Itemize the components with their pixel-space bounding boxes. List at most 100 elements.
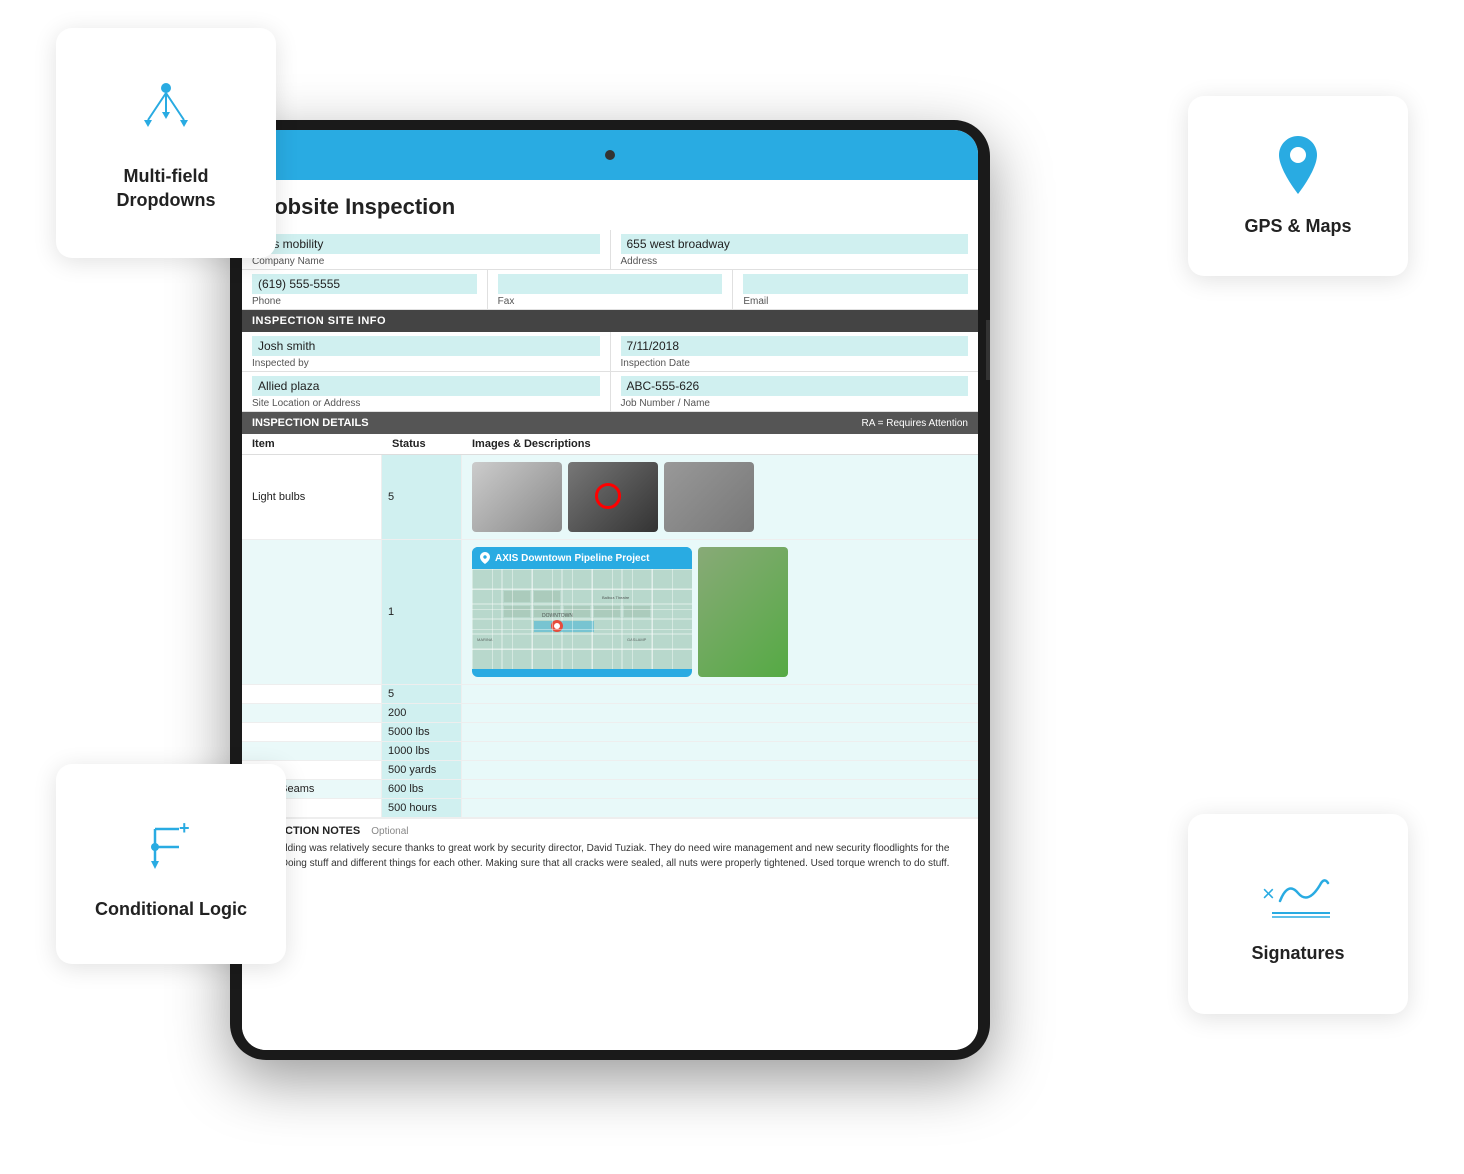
photo-thumbnail (664, 462, 754, 532)
images-cell (462, 799, 978, 817)
col-item-header: Item (252, 438, 392, 450)
inspected-by-cell: Josh smith Inspected by (242, 332, 611, 371)
address-cell: 655 west broadway Address (611, 230, 979, 269)
item-cell (242, 704, 382, 722)
table-row: 200 (242, 704, 978, 723)
table-row: 1 AXIS Downtown Pipeline Project (242, 540, 978, 685)
notes-text: The building was relatively secure thank… (252, 841, 968, 886)
status-cell: 1 (382, 540, 462, 684)
job-number-value: ABC-555-626 (621, 376, 969, 396)
images-cell: AXIS Downtown Pipeline Project (462, 540, 978, 684)
fax-label: Fax (498, 296, 723, 307)
images-row (468, 458, 972, 536)
address-label: Address (621, 256, 969, 267)
phone-label: Phone (252, 296, 477, 307)
form-title: Jobsite Inspection (242, 180, 978, 230)
inspection-table-body: Light bulbs 5 (242, 455, 978, 818)
photo-thumbnail (698, 547, 788, 677)
tablet-topbar (242, 130, 978, 180)
images-cell (462, 742, 978, 760)
email-cell: Email (733, 270, 978, 309)
company-name-cell: axis mobility Company Name (242, 230, 611, 269)
images-cell (462, 780, 978, 798)
table-row: 500 yards (242, 761, 978, 780)
company-name-label: Company Name (252, 256, 600, 267)
email-value (743, 274, 968, 294)
inspection-date-label: Inspection Date (621, 358, 969, 369)
details-section-header: INSPECTION DETAILS RA = Requires Attenti… (242, 412, 978, 434)
fax-value (498, 274, 723, 294)
notes-optional-label: Optional (371, 826, 408, 837)
inspected-by-value: Josh smith (252, 336, 600, 356)
svg-text:Balboa Theatre: Balboa Theatre (602, 595, 630, 600)
multifield-dropdowns-card: Multi-field Dropdowns (56, 28, 276, 258)
table-row: Light bulbs 5 (242, 455, 978, 540)
company-address-row: axis mobility Company Name 655 west broa… (242, 230, 978, 270)
tablet-side-button (986, 320, 990, 380)
gps-label: GPS & Maps (1244, 215, 1351, 238)
images-cell (462, 704, 978, 722)
site-location-cell: Allied plaza Site Location or Address (242, 372, 611, 411)
camera-dot (605, 150, 615, 160)
col-images-header: Images & Descriptions (472, 438, 968, 450)
svg-text:+: + (179, 818, 190, 838)
email-label: Email (743, 296, 968, 307)
signatures-label: Signatures (1251, 942, 1344, 965)
status-cell: 5 (382, 685, 462, 703)
svg-text:DOWNTOWN: DOWNTOWN (542, 613, 573, 619)
images-cell (462, 761, 978, 779)
conditional-label: Conditional Logic (95, 898, 247, 921)
multifield-icon (130, 74, 202, 151)
tablet-screen: Jobsite Inspection axis mobility Company… (242, 130, 978, 1050)
form-content: Jobsite Inspection axis mobility Company… (242, 180, 978, 1050)
svg-text:×: × (1262, 881, 1275, 906)
table-row: 5000 lbs (242, 723, 978, 742)
item-cell (242, 540, 382, 684)
status-cell: 5000 lbs (382, 723, 462, 741)
photo-thumbnail (472, 462, 562, 532)
svg-text:GASLAMP: GASLAMP (627, 637, 647, 642)
item-cell (242, 685, 382, 703)
status-cell: 500 yards (382, 761, 462, 779)
status-cell: 5 (382, 455, 462, 539)
job-number-cell: ABC-555-626 Job Number / Name (611, 372, 979, 411)
inspected-by-label: Inspected by (252, 358, 600, 369)
status-cell: 600 lbs (382, 780, 462, 798)
images-cell (462, 723, 978, 741)
site-info-section-header: INSPECTION SITE INFO (242, 310, 978, 332)
signatures-icon: × (1258, 863, 1338, 928)
conditional-logic-card: + Conditional Logic (56, 764, 286, 964)
site-location-value: Allied plaza (252, 376, 600, 396)
table-row: Labor 500 hours (242, 799, 978, 818)
status-cell: 200 (382, 704, 462, 722)
table-row: Steel Beams 600 lbs (242, 780, 978, 799)
images-cell (462, 455, 978, 539)
col-status-header: Status (392, 438, 472, 450)
company-name-value: axis mobility (252, 234, 600, 254)
map-body: DOWNTOWN Balboa Theatre MARINA GASLAMP (472, 569, 692, 669)
table-row: 1000 lbs (242, 742, 978, 761)
item-cell: Light bulbs (242, 455, 382, 539)
phone-value: (619) 555-5555 (252, 274, 477, 294)
item-cell (242, 723, 382, 741)
conditional-icon: + (135, 807, 207, 884)
map-title: AXIS Downtown Pipeline Project (495, 553, 649, 564)
images-cell (462, 685, 978, 703)
signatures-card: × Signatures (1188, 814, 1408, 1014)
phone-cell: (619) 555-5555 Phone (242, 270, 488, 309)
status-cell: 500 hours (382, 799, 462, 817)
inspection-date-value: 7/11/2018 (621, 336, 969, 356)
table-row: 5 (242, 685, 978, 704)
address-value: 655 west broadway (621, 234, 969, 254)
site-job-row: Allied plaza Site Location or Address AB… (242, 372, 978, 412)
item-cell (242, 742, 382, 760)
tablet-device: Jobsite Inspection axis mobility Company… (230, 120, 990, 1060)
gps-icon (1272, 134, 1324, 201)
map-card: AXIS Downtown Pipeline Project (472, 547, 692, 677)
multifield-label: Multi-field Dropdowns (117, 165, 216, 212)
inspection-date-cell: 7/11/2018 Inspection Date (611, 332, 979, 371)
map-card-header: AXIS Downtown Pipeline Project (472, 547, 692, 569)
notes-header: INSPECTION NOTES Optional (252, 825, 968, 837)
notes-section: INSPECTION NOTES Optional The building w… (242, 818, 978, 892)
photo-thumbnail (568, 462, 658, 532)
